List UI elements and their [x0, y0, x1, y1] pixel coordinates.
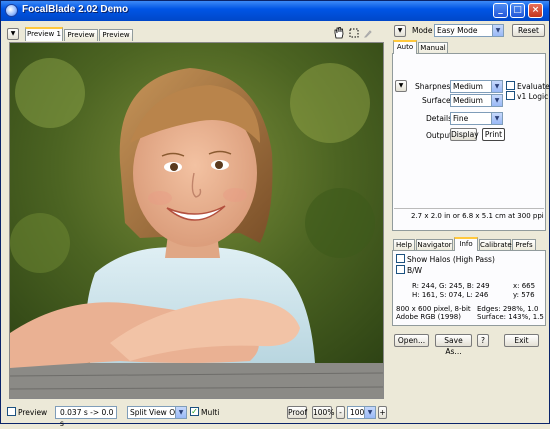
chevron-down-icon: ▼ — [491, 95, 502, 106]
bw-label: B/W — [407, 266, 423, 275]
hand-icon[interactable] — [333, 26, 345, 39]
chevron-down-icon: ▼ — [175, 407, 186, 418]
surface-info: Surface: 143%, 1.5 — [477, 313, 544, 321]
sharpness-label: Sharpness — [415, 82, 455, 91]
display-button[interactable]: Display — [450, 128, 479, 141]
chevron-down-icon: ▼ — [492, 25, 503, 36]
minimize-button[interactable]: _ — [493, 3, 508, 18]
save-as-button[interactable]: Save As... — [435, 334, 472, 356]
output-label: Output — [426, 131, 453, 140]
evaluate-label: Evaluate — [517, 82, 550, 91]
mode-dropdown[interactable]: Easy Mode ▼ — [434, 24, 504, 37]
preview-checkbox[interactable] — [7, 407, 16, 416]
hsl-readout: H: 161, S: 074, L: 246 — [412, 291, 489, 299]
auto-menu-arrow-icon[interactable]: ▼ — [395, 80, 407, 92]
profile-info: Adobe RGB (1998) — [396, 313, 461, 321]
preview-label: Preview — [18, 408, 48, 417]
chevron-down-icon: ▼ — [491, 81, 502, 92]
divider — [394, 208, 544, 209]
tab-preview-2[interactable]: Preview 2 — [64, 29, 98, 50]
title-bar[interactable]: FocalBlade 2.02 Demo _ □ × — [1, 1, 549, 21]
view-dropdown[interactable]: Split View Off ▼ — [127, 406, 187, 419]
chevron-down-icon: ▼ — [364, 407, 375, 418]
size-info: 2.7 x 2.0 in or 6.8 x 5.1 cm at 300 ppi — [411, 212, 544, 220]
bw-checkbox[interactable] — [396, 265, 405, 274]
show-halos-label: Show Halos (High Pass) — [407, 255, 495, 264]
details-dropdown[interactable]: Fine ▼ — [450, 112, 503, 125]
auto-panel: ▼ Sharpness Medium ▼ Evaluate v1 Logic S… — [392, 53, 550, 231]
y-readout: y: 576 — [513, 291, 535, 299]
info-panel: Show Halos (High Pass) B/W R: 244, G: 24… — [392, 250, 546, 326]
details-value: Fine — [453, 114, 469, 123]
preview-menu-arrow-icon[interactable]: ▼ — [7, 28, 19, 40]
pixel-info: 800 x 600 pixel, 8-bit — [396, 305, 471, 313]
tab-info[interactable]: Info — [454, 237, 478, 251]
timing-readout: 0.037 s -> 0.0 s — [55, 406, 117, 428]
rgb-readout: R: 244, G: 245, B: 249 — [412, 282, 490, 290]
sharpness-dropdown[interactable]: Medium ▼ — [450, 80, 503, 93]
preview-image[interactable] — [9, 42, 384, 399]
tab-preview-3[interactable]: Preview 3 — [99, 29, 133, 50]
window-title: FocalBlade 2.02 Demo — [22, 4, 129, 15]
help-button[interactable]: ? — [477, 334, 489, 347]
view-value: Split View Off — [130, 408, 181, 417]
multi-checkbox[interactable]: ✓ — [190, 407, 199, 416]
close-button[interactable]: × — [528, 3, 543, 18]
surface-label: Surface — [422, 96, 451, 105]
zoom-out-button[interactable]: - — [336, 406, 345, 419]
details-label: Details — [426, 114, 453, 123]
eyedropper-icon[interactable] — [363, 27, 373, 38]
edges-info: Edges: 298%, 1.0 — [477, 305, 539, 313]
reset-button[interactable]: Reset — [512, 24, 545, 37]
tab-auto[interactable]: Auto — [393, 40, 417, 54]
zoom-dropdown[interactable]: 100% ▼ — [347, 406, 376, 419]
proof-button[interactable]: Proof — [287, 406, 307, 419]
evaluate-checkbox[interactable] — [506, 81, 515, 90]
multi-label: Multi — [201, 408, 220, 417]
v1-logic-label: v1 Logic — [517, 92, 549, 101]
show-halos-checkbox[interactable] — [396, 254, 405, 263]
mode-label: Mode — [412, 26, 433, 35]
zoom-in-button[interactable]: + — [378, 406, 387, 419]
v1-logic-checkbox[interactable] — [506, 91, 515, 100]
tab-preview-1[interactable]: Preview 1 — [25, 27, 63, 41]
open-button[interactable]: Open... — [394, 334, 429, 347]
maximize-button[interactable]: □ — [510, 3, 525, 18]
chevron-down-icon: ▼ — [491, 113, 502, 124]
focalblade-window: FocalBlade 2.02 Demo _ □ × ▼ Preview 1 P… — [0, 0, 550, 428]
exit-button[interactable]: Exit — [504, 334, 539, 347]
marquee-icon[interactable] — [349, 28, 359, 38]
x-readout: x: 665 — [513, 282, 536, 290]
sharpness-value: Medium — [453, 82, 483, 91]
print-button[interactable]: Print — [482, 128, 505, 141]
zoom-100-button[interactable]: 100% — [312, 406, 334, 419]
surface-dropdown[interactable]: Medium ▼ — [450, 94, 503, 107]
options-menu-arrow-icon[interactable]: ▼ — [394, 25, 406, 37]
surface-value: Medium — [453, 96, 483, 105]
app-icon — [5, 4, 18, 17]
mode-value: Easy Mode — [437, 26, 478, 35]
